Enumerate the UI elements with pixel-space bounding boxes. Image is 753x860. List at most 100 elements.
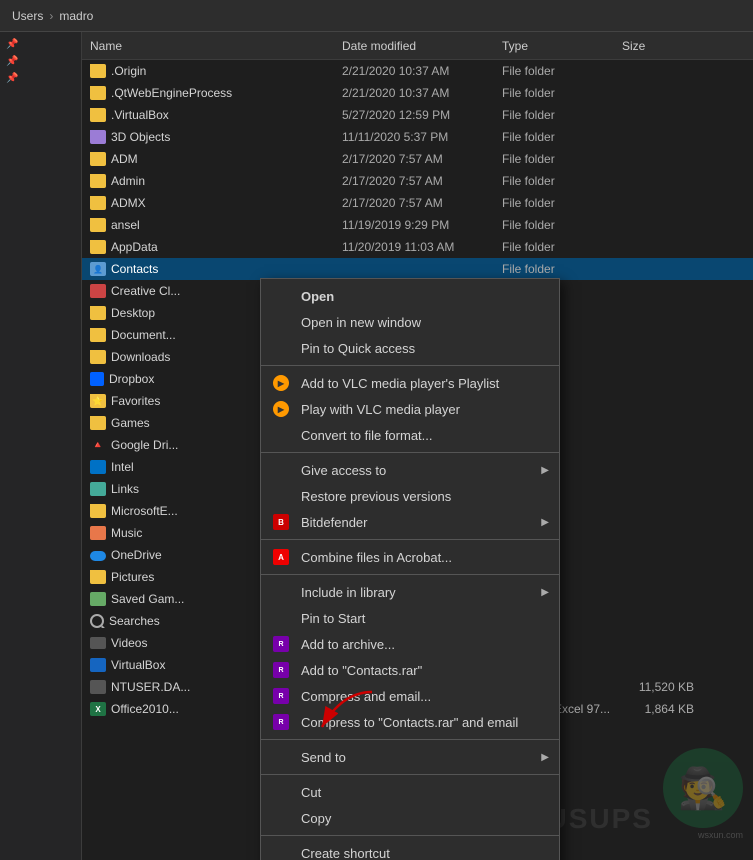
context-menu-item-add-archive[interactable]: RAdd to archive... — [261, 631, 559, 657]
folder-icon — [90, 64, 106, 78]
file-type-cell: File folder — [502, 218, 622, 232]
context-menu-item-pin-quick-access[interactable]: Pin to Quick access — [261, 335, 559, 361]
file-type-cell: File folder — [502, 108, 622, 122]
col-header-type[interactable]: Type — [502, 39, 622, 53]
ctx-item-label: Compress to "Contacts.rar" and email — [301, 715, 518, 730]
ctx-item-label: Open — [301, 289, 334, 304]
file-name: Office2010... — [111, 702, 179, 716]
context-menu-item-add-vlc-playlist[interactable]: ▶ Add to VLC media player's Playlist — [261, 370, 559, 396]
table-row[interactable]: 3D Objects 11/11/2020 5:37 PM File folde… — [82, 126, 753, 148]
col-header-date[interactable]: Date modified — [342, 39, 502, 53]
sidebar: 📌 📌 📌 — [0, 32, 82, 860]
context-menu-item-open[interactable]: Open — [261, 283, 559, 309]
context-menu-item-send-to[interactable]: Send to — [261, 744, 559, 770]
file-name-cell: .QtWebEngineProcess — [82, 86, 342, 100]
folder-icon — [90, 108, 106, 122]
file-name: Document... — [111, 328, 176, 342]
file-date-cell: 2/17/2020 7:57 AM — [342, 152, 502, 166]
file-type-cell: File folder — [502, 262, 622, 276]
context-menu-item-bitdefender[interactable]: BBitdefender — [261, 509, 559, 535]
sidebar-pin1[interactable]: 📌 — [0, 36, 81, 53]
ctx-item-label: Pin to Quick access — [301, 341, 415, 356]
ctx-item-label: Combine files in Acrobat... — [301, 550, 452, 565]
table-row[interactable]: AppData 11/20/2019 11:03 AM File folder — [82, 236, 753, 258]
file-name: ADM — [111, 152, 138, 166]
file-name: Creative Cl... — [111, 284, 180, 298]
table-row[interactable]: .QtWebEngineProcess 2/21/2020 10:37 AM F… — [82, 82, 753, 104]
col-header-name[interactable]: Name — [82, 39, 342, 53]
context-menu-item-play-vlc[interactable]: ▶ Play with VLC media player — [261, 396, 559, 422]
context-menu-item-include-library[interactable]: Include in library — [261, 579, 559, 605]
ctx-item-label: Play with VLC media player — [301, 402, 460, 417]
file-date-cell: 2/21/2020 10:37 AM — [342, 86, 502, 100]
context-menu-separator — [261, 452, 559, 453]
bitdefender-icon: B — [271, 514, 291, 530]
rar-icon: R — [271, 714, 291, 730]
context-menu-item-combine-acrobat[interactable]: A Combine files in Acrobat... — [261, 544, 559, 570]
ctx-item-label: Create shortcut — [301, 846, 390, 860]
context-menu-item-cut[interactable]: Cut — [261, 779, 559, 805]
title-bar: Users › madro — [0, 0, 753, 32]
file-name: Admin — [111, 174, 145, 188]
file-name: OneDrive — [111, 548, 162, 562]
table-row[interactable]: .Origin 2/21/2020 10:37 AM File folder — [82, 60, 753, 82]
table-row[interactable]: ADM 2/17/2020 7:57 AM File folder — [82, 148, 753, 170]
file-name-cell: AppData — [82, 240, 342, 254]
context-menu-item-convert-file[interactable]: Convert to file format... — [261, 422, 559, 448]
folder-icon — [90, 504, 106, 518]
file-date-cell: 11/11/2020 5:37 PM — [342, 130, 502, 144]
watermark-figure: 🕵️ — [663, 748, 743, 828]
sidebar-pin2[interactable]: 📌 — [0, 53, 81, 70]
folder-icon — [90, 350, 106, 364]
context-menu-item-pin-start[interactable]: Pin to Start — [261, 605, 559, 631]
col-header-size[interactable]: Size — [622, 39, 702, 53]
context-menu-item-add-rar[interactable]: RAdd to "Contacts.rar" — [261, 657, 559, 683]
file-name: Contacts — [111, 262, 158, 276]
acrobat-icon: A — [271, 549, 291, 565]
file-type-cell: File folder — [502, 64, 622, 78]
table-row[interactable]: 👤 Contacts File folder — [82, 258, 753, 280]
context-menu-separator — [261, 365, 559, 366]
file-name: Games — [111, 416, 150, 430]
ctx-item-label: Cut — [301, 785, 321, 800]
context-menu-item-copy[interactable]: Copy — [261, 805, 559, 831]
sidebar-pin3[interactable]: 📌 — [0, 70, 81, 87]
context-menu-item-create-shortcut[interactable]: Create shortcut — [261, 840, 559, 860]
file-type-cell: File folder — [502, 152, 622, 166]
table-row[interactable]: Admin 2/17/2020 7:57 AM File folder — [82, 170, 753, 192]
vlc-icon: ▶ — [271, 375, 291, 391]
explorer-container: 📌 📌 📌 Name Date modified Type Size .Orig… — [0, 32, 753, 860]
file-size-cell: 11,520 KB — [622, 680, 702, 694]
dropbox-icon — [90, 372, 104, 386]
file-name-cell: 3D Objects — [82, 130, 342, 144]
searches-icon — [90, 614, 104, 628]
context-menu-separator — [261, 574, 559, 575]
rar-icon: R — [271, 636, 291, 652]
vlc-icon: ▶ — [271, 401, 291, 417]
breadcrumb-part1: Users — [12, 9, 43, 23]
file-type-cell: File folder — [502, 130, 622, 144]
ctx-item-label: Open in new window — [301, 315, 421, 330]
ctx-item-label: Add to "Contacts.rar" — [301, 663, 422, 678]
context-menu-item-give-access[interactable]: Give access to — [261, 457, 559, 483]
folder-icon — [90, 152, 106, 166]
context-menu-item-restore-versions[interactable]: Restore previous versions — [261, 483, 559, 509]
file-name: Saved Gam... — [111, 592, 184, 606]
file-name-cell: .Origin — [82, 64, 342, 78]
table-row[interactable]: ansel 11/19/2019 9:29 PM File folder — [82, 214, 753, 236]
table-row[interactable]: ADMX 2/17/2020 7:57 AM File folder — [82, 192, 753, 214]
context-menu-item-compress-email[interactable]: RCompress and email... — [261, 683, 559, 709]
table-row[interactable]: .VirtualBox 5/27/2020 12:59 PM File fold… — [82, 104, 753, 126]
file-size-cell: 1,864 KB — [622, 702, 702, 716]
music-icon — [90, 526, 106, 540]
folder-icon — [90, 240, 106, 254]
context-menu-item-compress-rar-email[interactable]: R Compress to "Contacts.rar" and email — [261, 709, 559, 735]
ctx-item-label: Compress and email... — [301, 689, 431, 704]
main-content: Name Date modified Type Size .Origin 2/2… — [82, 32, 753, 860]
file-name-cell: ADM — [82, 152, 342, 166]
ctx-item-label: Add to VLC media player's Playlist — [301, 376, 499, 391]
context-menu-item-open-new-window[interactable]: Open in new window — [261, 309, 559, 335]
intel-icon — [90, 460, 106, 474]
context-menu-separator — [261, 774, 559, 775]
context-menu-separator — [261, 539, 559, 540]
